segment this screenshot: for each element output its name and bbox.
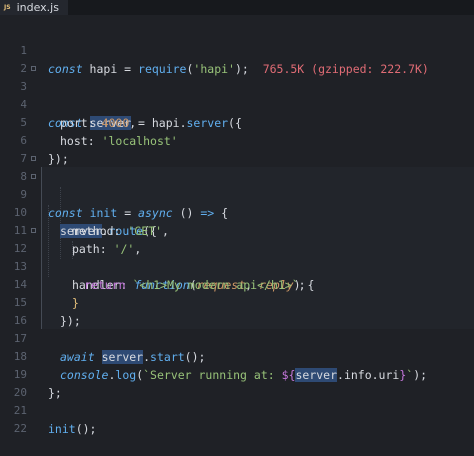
tab-label: index.js [16, 1, 59, 14]
code-line: 4 port: 4000, [0, 78, 474, 130]
js-file-icon: JS [4, 4, 11, 11]
code-line: 8 const init = async () => { [0, 150, 474, 220]
code-line: 5 host: 'localhost' [0, 96, 474, 148]
code-line: 14 } [0, 258, 474, 310]
code-line: 1 const hapi = require('hapi'); 765.5K (… [0, 24, 474, 76]
code-line: 22 [0, 402, 474, 435]
code-line: 9 server.route({ [0, 168, 474, 238]
code-line: 13 return `<h1>My modern api</h1>`; [0, 240, 474, 292]
tab-bar: JS index.js [0, 0, 474, 15]
code-line: 6 }); [0, 114, 474, 166]
code-line: 11 path: '/', [0, 204, 474, 256]
code-line: 21 init(); [0, 384, 474, 436]
code-line: 10 method: 'GET', [0, 186, 474, 238]
fold-toggle[interactable] [31, 228, 36, 233]
code-line: 19 }; [0, 348, 474, 400]
code-line: 7 [0, 132, 474, 165]
code-editor[interactable]: 1 const hapi = require('hapi'); 765.5K (… [0, 15, 474, 436]
code-line: 2 [0, 42, 474, 75]
code-line: 3 const server = hapi.server({ [0, 60, 474, 130]
code-line: 17 await server.start(); [0, 312, 474, 364]
tab-index-js[interactable]: JS index.js [0, 0, 68, 15]
code-line: 18 console.log(`Server running at: ${ser… [0, 330, 474, 382]
code-line: 20 [0, 366, 474, 399]
code-line: 16 [0, 294, 474, 327]
line-number: 22 [13, 422, 27, 435]
code-text: init(); [48, 422, 97, 436]
fold-toggle[interactable] [31, 174, 36, 179]
code-line: 15 }); [0, 276, 474, 328]
fold-toggle[interactable] [31, 156, 36, 161]
code-line: 12 handler: function(request, reply) { [0, 222, 474, 292]
fold-toggle[interactable] [31, 66, 36, 71]
